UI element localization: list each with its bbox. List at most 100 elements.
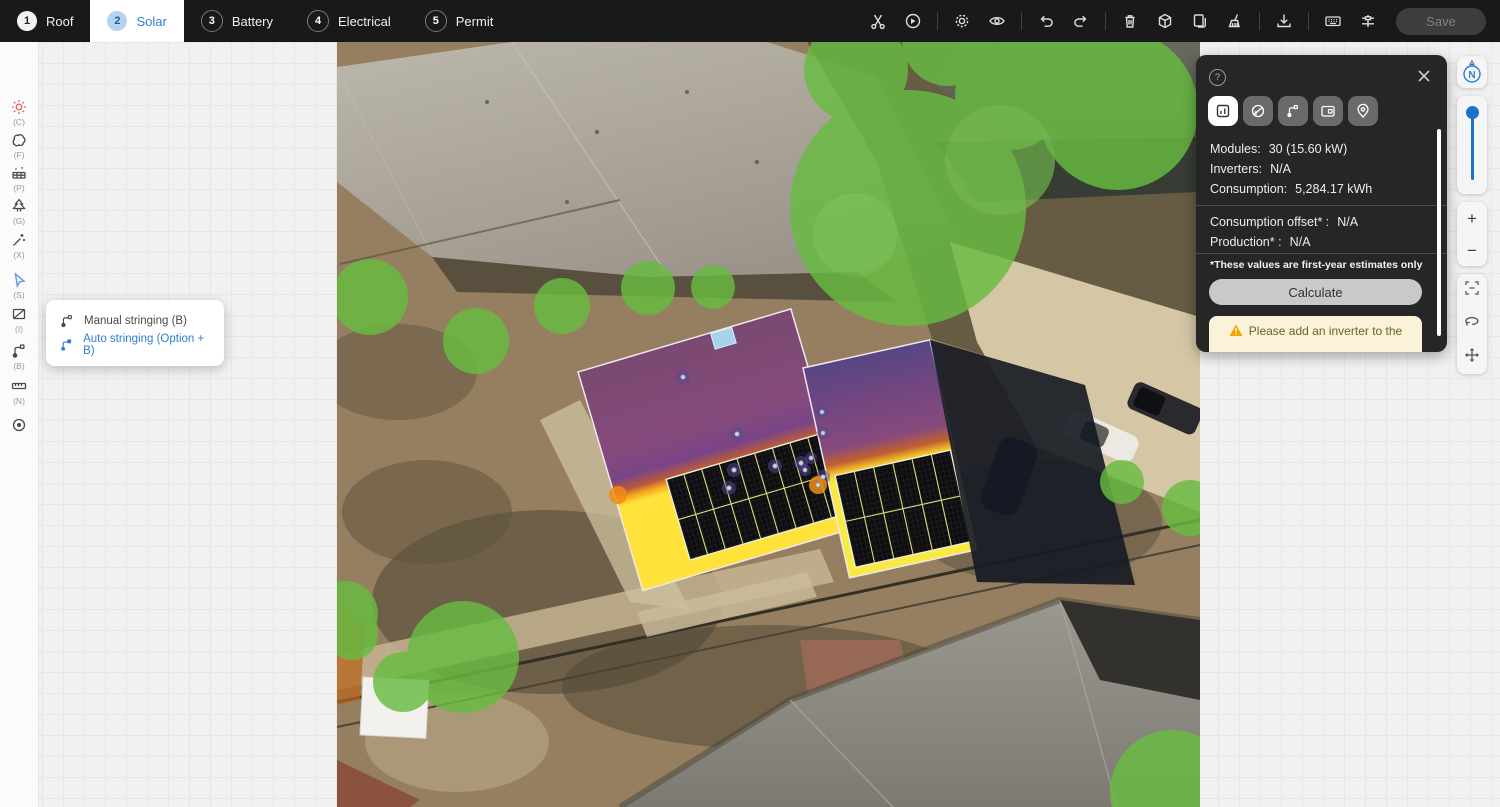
shortcut-label: (I) xyxy=(15,324,23,334)
stat-production: Production* : N/A xyxy=(1196,233,1447,252)
keyboard-shortcuts-icon[interactable] xyxy=(1322,10,1344,32)
tab-electrical[interactable]: 4 Electrical xyxy=(290,0,408,42)
orbit-icon xyxy=(1464,313,1480,329)
freeform-icon xyxy=(10,131,28,149)
menu-item-label: Auto stringing (Option + B) xyxy=(83,333,211,357)
zoom-control: + − xyxy=(1457,202,1487,266)
tool-stringing[interactable]: (B) xyxy=(0,342,38,371)
orbit-button[interactable] xyxy=(1464,313,1480,334)
stat-value: N/A xyxy=(1290,233,1311,252)
warning-icon xyxy=(1229,324,1243,337)
stat-label: Inverters: xyxy=(1210,160,1262,179)
shortcut-label: (P) xyxy=(13,183,24,193)
tool-panel[interactable]: (P) xyxy=(0,164,38,193)
stat-modules: Modules: 30 (15.60 kW) xyxy=(1196,140,1447,159)
tab-solar[interactable]: 2 Solar xyxy=(90,0,183,42)
shortcut-label: (N) xyxy=(13,396,25,406)
shortcut-label: (S) xyxy=(13,290,24,300)
tab-solar-label: Solar xyxy=(136,14,166,29)
tilt-slider[interactable] xyxy=(1457,96,1487,194)
shading-icon xyxy=(1250,103,1266,119)
save-button[interactable]: Save xyxy=(1396,8,1486,35)
locate-icon[interactable] xyxy=(902,10,924,32)
stat-label: Consumption: xyxy=(1210,180,1287,199)
tab-electrical-number: 4 xyxy=(307,10,329,32)
magic-wand-icon xyxy=(10,231,28,249)
tool-freeform[interactable]: (F) xyxy=(0,131,38,160)
distribute-icon[interactable] xyxy=(1357,10,1379,32)
toolbar-divider xyxy=(1105,12,1106,30)
tool-magic-wand[interactable]: (X) xyxy=(0,231,38,260)
shortcut-label: (X) xyxy=(13,250,24,260)
sun-icon xyxy=(10,98,28,116)
panel-tab-billing[interactable] xyxy=(1313,96,1343,126)
panel-icon xyxy=(10,164,28,182)
tab-roof-label: Roof xyxy=(46,14,73,29)
duplicate-icon[interactable] xyxy=(1189,10,1211,32)
menu-item-auto-stringing[interactable]: Auto stringing (Option + B) xyxy=(46,333,224,357)
toolbar-divider xyxy=(1021,12,1022,30)
compass-control[interactable]: N xyxy=(1457,56,1487,88)
stringing-icon xyxy=(10,342,28,360)
toolbar-divider xyxy=(1259,12,1260,30)
zoom-in-button[interactable]: + xyxy=(1467,210,1477,227)
tilt-slider-card xyxy=(1457,96,1487,194)
tab-permit[interactable]: 5 Permit xyxy=(408,0,511,42)
tool-sidebar: (C) (F) (P) (G) (X) (S) (I) (B) (N) xyxy=(0,42,39,807)
tab-roof[interactable]: 1 Roof xyxy=(0,0,90,42)
shortcut-label: (F) xyxy=(14,150,25,160)
pan-icon xyxy=(1464,347,1480,363)
redo-icon[interactable] xyxy=(1070,10,1092,32)
compass-north-icon: N xyxy=(1460,59,1484,85)
stringing-menu: Manual stringing (B) Auto stringing (Opt… xyxy=(46,300,224,366)
zoom-out-button[interactable]: − xyxy=(1467,242,1477,259)
panel-tab-site[interactable] xyxy=(1348,96,1378,126)
tool-ruler[interactable]: (N) xyxy=(0,377,38,406)
cut-icon[interactable] xyxy=(867,10,889,32)
tool-irradiance[interactable]: (C) xyxy=(0,98,38,127)
stringing-icon xyxy=(1285,103,1301,119)
panel-tab-shading[interactable] xyxy=(1243,96,1273,126)
fit-view-button[interactable] xyxy=(1464,280,1480,301)
stat-consumption: Consumption: 5,284.17 kWh xyxy=(1196,180,1447,199)
menu-item-label: Manual stringing (B) xyxy=(84,315,187,327)
panel-scrollbar[interactable] xyxy=(1437,129,1441,336)
help-icon[interactable]: ? xyxy=(1209,69,1226,86)
tab-electrical-label: Electrical xyxy=(338,14,391,29)
design-canvas[interactable] xyxy=(337,42,1200,807)
fit-view-icon xyxy=(1464,280,1480,296)
slider-knob[interactable] xyxy=(1466,106,1479,119)
tool-tree[interactable]: (G) xyxy=(0,197,38,226)
stat-inverters: Inverters: N/A xyxy=(1196,160,1447,179)
warning-text: Please add an inverter to the xyxy=(1249,324,1402,338)
tree-icon xyxy=(10,197,28,215)
panel-tab-stringing[interactable] xyxy=(1278,96,1308,126)
toolbar-divider xyxy=(1308,12,1309,30)
download-icon[interactable] xyxy=(1273,10,1295,32)
close-icon[interactable] xyxy=(1415,67,1433,85)
cleanup-icon[interactable] xyxy=(1224,10,1246,32)
pan-button[interactable] xyxy=(1464,347,1480,368)
tool-pin[interactable] xyxy=(0,416,38,434)
3d-view-icon[interactable] xyxy=(1154,10,1176,32)
satellite-map xyxy=(337,42,1200,807)
tab-roof-number: 1 xyxy=(17,11,37,31)
panel-tab-summary[interactable] xyxy=(1208,96,1238,126)
tool-select[interactable]: (S) xyxy=(0,271,38,300)
estimates-footnote: *These values are first-year estimates o… xyxy=(1210,259,1422,271)
calculate-button[interactable]: Calculate xyxy=(1209,279,1422,305)
tool-obstruction[interactable]: (I) xyxy=(0,305,38,334)
visibility-icon[interactable] xyxy=(986,10,1008,32)
summary-panel: ? Modules: 30 (15.60 kW) Inverters: N/A … xyxy=(1196,55,1447,352)
delete-icon[interactable] xyxy=(1119,10,1141,32)
billing-icon xyxy=(1320,103,1336,119)
stat-label: Consumption offset* : xyxy=(1210,213,1329,232)
settings-icon[interactable] xyxy=(951,10,973,32)
toolbar: Save xyxy=(867,0,1500,42)
tab-battery-number: 3 xyxy=(201,10,223,32)
stat-value: 5,284.17 kWh xyxy=(1295,180,1372,199)
undo-icon[interactable] xyxy=(1035,10,1057,32)
tab-permit-number: 5 xyxy=(425,10,447,32)
tab-battery[interactable]: 3 Battery xyxy=(184,0,290,42)
menu-item-manual-stringing[interactable]: Manual stringing (B) xyxy=(46,309,224,333)
